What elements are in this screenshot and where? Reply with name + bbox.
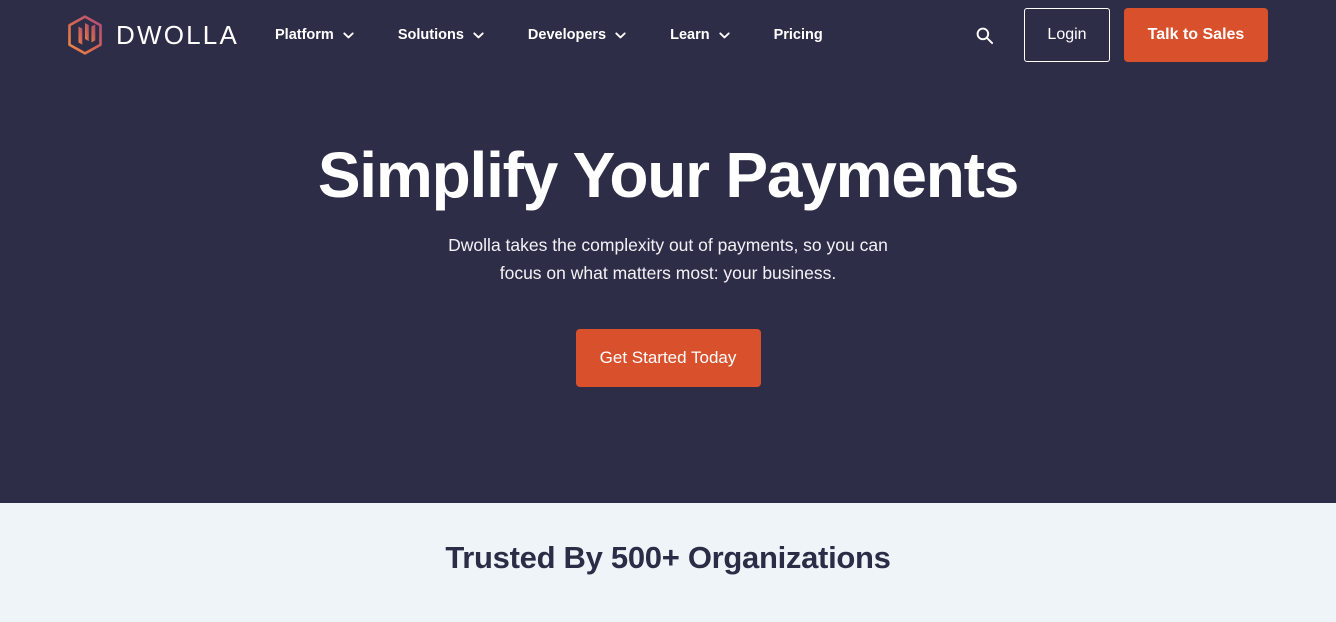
brand-wordmark: DWOLLA — [116, 20, 240, 50]
nav-item-pricing[interactable]: Pricing — [760, 19, 837, 51]
nav-item-label: Pricing — [773, 27, 823, 43]
nav-item-solutions[interactable]: Solutions — [384, 19, 498, 51]
chevron-down-icon — [615, 31, 626, 38]
nav-item-label: Platform — [275, 27, 334, 43]
hero-section: DWOLLA Platform Solutions Developers Lea… — [0, 0, 1336, 503]
nav-links-group: Platform Solutions Developers Learn Pric… — [261, 19, 837, 51]
chevron-down-icon — [343, 31, 354, 38]
trusted-by-heading: Trusted By 500+ Organizations — [445, 540, 891, 575]
nav-item-label: Learn — [670, 27, 710, 43]
nav-item-developers[interactable]: Developers — [514, 19, 640, 51]
login-button[interactable]: Login — [1024, 8, 1110, 62]
header-actions-group: Login Talk to Sales — [966, 8, 1268, 62]
page-title: Simplify Your Payments — [317, 139, 1020, 211]
hero-subtitle-line-1: Dwolla takes the complexity out of payme… — [448, 235, 888, 256]
page-root: DWOLLA Platform Solutions Developers Lea… — [0, 0, 1336, 622]
hero-subtitle-line-2: focus on what matters most: your busines… — [499, 263, 837, 284]
talk-to-sales-button[interactable]: Talk to Sales — [1124, 8, 1268, 62]
hero-content: Simplify Your Payments Dwolla takes the … — [0, 70, 1336, 388]
search-button[interactable] — [966, 17, 1002, 53]
get-started-today-button[interactable]: Get Started Today — [575, 329, 761, 388]
hero-subtitle: Dwolla takes the complexity out of payme… — [0, 231, 1336, 287]
nav-item-learn[interactable]: Learn — [656, 19, 744, 51]
search-icon — [976, 27, 993, 44]
trusted-by-section: Trusted By 500+ Organizations — [0, 503, 1336, 622]
nav-item-label: Solutions — [397, 27, 464, 43]
nav-item-label: Developers — [527, 27, 607, 43]
nav-item-platform[interactable]: Platform — [261, 19, 368, 51]
dwolla-hexagon-logo-icon — [68, 15, 102, 55]
chevron-down-icon — [718, 31, 730, 38]
main-navigation-bar: DWOLLA Platform Solutions Developers Lea… — [0, 0, 1336, 70]
brand-logo-link[interactable]: DWOLLA — [66, 15, 239, 55]
chevron-down-icon — [473, 31, 484, 38]
